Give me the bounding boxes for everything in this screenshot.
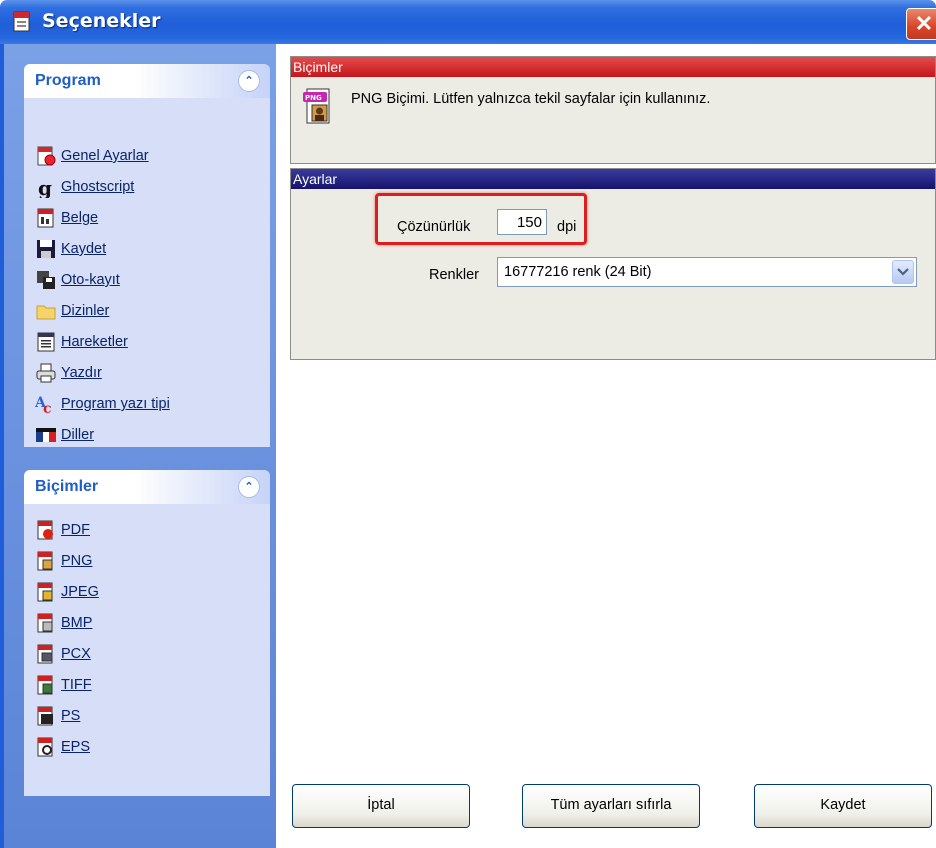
jpeg-icon <box>37 582 53 602</box>
pcx-icon <box>37 644 53 664</box>
save-button[interactable]: Kaydet <box>754 784 932 828</box>
document-icon <box>37 208 54 228</box>
sidebar-item-label: Yazdır <box>61 365 102 381</box>
program-group-header[interactable]: Program ⌃ <box>24 64 270 98</box>
dropdown-button[interactable] <box>892 260 914 284</box>
bmp-icon <box>37 613 53 633</box>
sidebar: Program ⌃ Genel Ayarlar g Ghostscript Be… <box>4 44 276 848</box>
colors-select[interactable]: 16777216 renk (24 Bit) <box>497 257 917 287</box>
png-badge-text: PNG <box>305 94 322 102</box>
sidebar-item-languages[interactable]: Diller <box>35 423 94 447</box>
format-description: PNG Biçimi. Lütfen yalnızca tekil sayfal… <box>351 91 711 107</box>
sidebar-item-label: JPEG <box>61 584 99 600</box>
png-format-icon: PNG <box>303 88 330 124</box>
sidebar-item-label: TIFF <box>61 677 92 693</box>
sidebar-item-label: BMP <box>61 615 93 631</box>
sidebar-item-save[interactable]: Kaydet <box>35 237 106 261</box>
chevron-down-icon <box>897 268 909 276</box>
sidebar-item-general-settings[interactable]: Genel Ayarlar <box>35 144 149 168</box>
sidebar-item-document[interactable]: Belge <box>35 206 98 230</box>
sidebar-item-label: Oto-kayıt <box>61 272 120 288</box>
close-button[interactable]: ✕ <box>906 8 936 40</box>
sidebar-item-print[interactable]: Yazdır <box>35 361 102 385</box>
sidebar-item-bmp[interactable]: BMP <box>35 611 92 635</box>
sidebar-item-actions[interactable]: Hareketler <box>35 330 128 354</box>
sidebar-item-label: Diller <box>61 427 95 443</box>
png-icon <box>37 551 53 571</box>
actions-icon <box>37 332 55 352</box>
sidebar-item-label: Program yazı tipi <box>61 396 170 412</box>
svg-text:g: g <box>38 176 52 198</box>
sidebar-item-label: Hareketler <box>61 334 128 350</box>
sidebar-item-label: PDF <box>61 522 90 538</box>
sidebar-item-ps[interactable]: PS <box>35 704 80 728</box>
formats-group-title: Biçimler <box>35 478 99 495</box>
sidebar-item-label: Ghostscript <box>61 179 135 195</box>
colors-selected-value: 16777216 renk (24 Bit) <box>504 264 652 280</box>
svg-text:c: c <box>43 401 52 415</box>
font-icon: A c <box>35 395 52 415</box>
title-bar[interactable]: Seçenekler ✕ <box>0 0 936 44</box>
sidebar-item-label: Kaydet <box>61 241 107 257</box>
formats-group-header[interactable]: Biçimler ⌃ <box>24 470 270 504</box>
languages-flag-icon <box>36 428 56 442</box>
sidebar-item-directories[interactable]: Dizinler <box>35 299 109 323</box>
sidebar-item-label: EPS <box>61 739 91 755</box>
resolution-input[interactable]: 150 <box>497 209 547 235</box>
program-group-title: Program <box>35 72 101 89</box>
sidebar-item-eps[interactable]: EPS <box>35 735 90 759</box>
ghostscript-icon: g <box>38 176 52 198</box>
sidebar-item-label: Belge <box>61 210 99 226</box>
autosave-icon <box>37 271 55 289</box>
sidebar-item-label: PCX <box>61 646 91 662</box>
reset-all-button[interactable]: Tüm ayarları sıfırla <box>522 784 700 828</box>
colors-label: Renkler <box>429 267 479 283</box>
cancel-button[interactable]: İptal <box>292 784 470 828</box>
options-window: Seçenekler ✕ Program ⌃ Genel Ayarlar g G… <box>0 0 936 848</box>
sidebar-item-label: Genel Ayarlar <box>61 148 149 164</box>
sidebar-item-label: Dizinler <box>61 303 110 319</box>
settings-panel-header: Ayarlar <box>291 169 935 189</box>
program-group: Program ⌃ Genel Ayarlar g Ghostscript Be… <box>24 64 270 447</box>
sidebar-item-pdf[interactable]: PDF <box>35 518 90 542</box>
app-icon <box>13 11 30 32</box>
resolution-label: Çözünürlük <box>397 219 471 235</box>
formats-panel: Biçimler PNG PNG Biçimi. Lütfen yalnızca… <box>290 56 936 164</box>
general-settings-icon <box>37 146 56 166</box>
window-title: Seçenekler <box>42 10 161 32</box>
sidebar-item-label: PNG <box>61 553 93 569</box>
main-content: Biçimler PNG PNG Biçimi. Lütfen yalnızca… <box>276 44 936 848</box>
sidebar-item-jpeg[interactable]: JPEG <box>35 580 99 604</box>
formats-panel-header: Biçimler <box>291 57 935 77</box>
printer-icon <box>36 363 56 383</box>
sidebar-item-ghostscript[interactable]: g Ghostscript <box>35 175 134 199</box>
floppy-disk-icon <box>37 240 55 258</box>
sidebar-item-png[interactable]: PNG <box>35 549 92 573</box>
resolution-unit: dpi <box>557 219 577 235</box>
tiff-icon <box>37 675 53 695</box>
ps-icon <box>37 706 53 726</box>
sidebar-item-program-font[interactable]: A c Program yazı tipi <box>35 392 170 416</box>
sidebar-item-tiff[interactable]: TIFF <box>35 673 92 697</box>
settings-panel: Ayarlar Çözünürlük 150 dpi Renkler 16777… <box>290 168 936 360</box>
eps-icon <box>37 737 53 757</box>
sidebar-item-label: PS <box>61 708 81 724</box>
sidebar-item-pcx[interactable]: PCX <box>35 642 91 666</box>
collapse-chevron-icon[interactable]: ⌃ <box>238 70 260 92</box>
collapse-chevron-icon[interactable]: ⌃ <box>238 476 260 498</box>
folder-icon <box>36 305 56 320</box>
formats-group: Biçimler ⌃ PDF PNG JPEG BMP PCX TIFF PS … <box>24 470 270 796</box>
pdf-icon <box>37 520 53 540</box>
sidebar-item-autosave[interactable]: Oto-kayıt <box>35 268 120 292</box>
